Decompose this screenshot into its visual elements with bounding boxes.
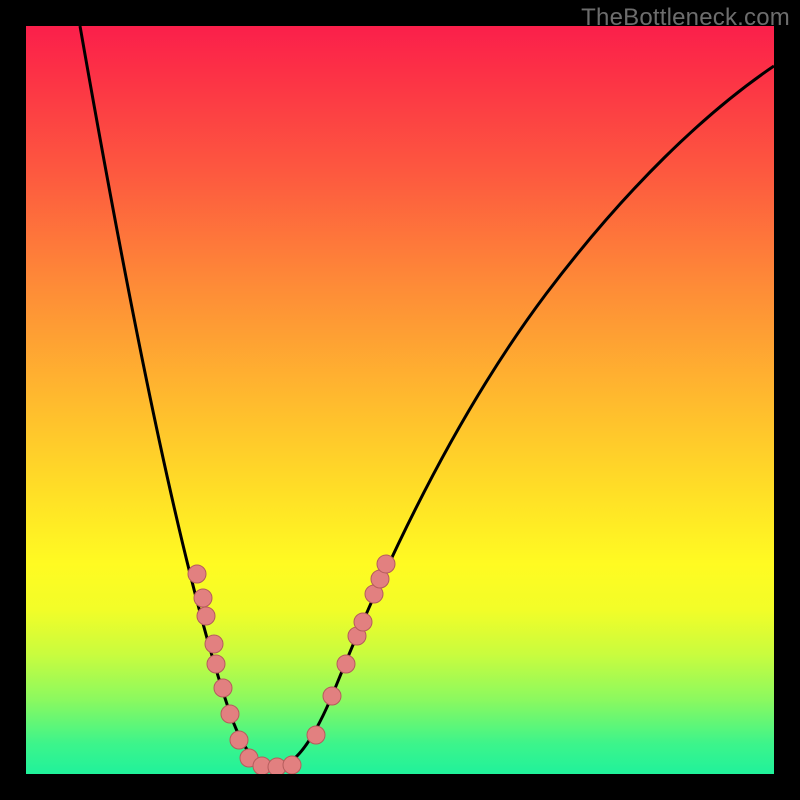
plot-area — [26, 26, 774, 774]
data-marker — [230, 731, 248, 749]
data-marker — [337, 655, 355, 673]
chart-svg — [26, 26, 774, 774]
main-curve — [80, 26, 774, 768]
data-marker — [207, 655, 225, 673]
data-marker — [323, 687, 341, 705]
data-marker — [205, 635, 223, 653]
data-marker — [307, 726, 325, 744]
data-marker — [214, 679, 232, 697]
data-marker — [188, 565, 206, 583]
data-marker — [194, 589, 212, 607]
data-marker — [283, 756, 301, 774]
data-marker — [354, 613, 372, 631]
data-marker — [377, 555, 395, 573]
markers-group — [188, 555, 395, 774]
chart-frame: TheBottleneck.com — [0, 0, 800, 800]
watermark-text: TheBottleneck.com — [581, 4, 790, 32]
data-marker — [197, 607, 215, 625]
data-marker — [221, 705, 239, 723]
